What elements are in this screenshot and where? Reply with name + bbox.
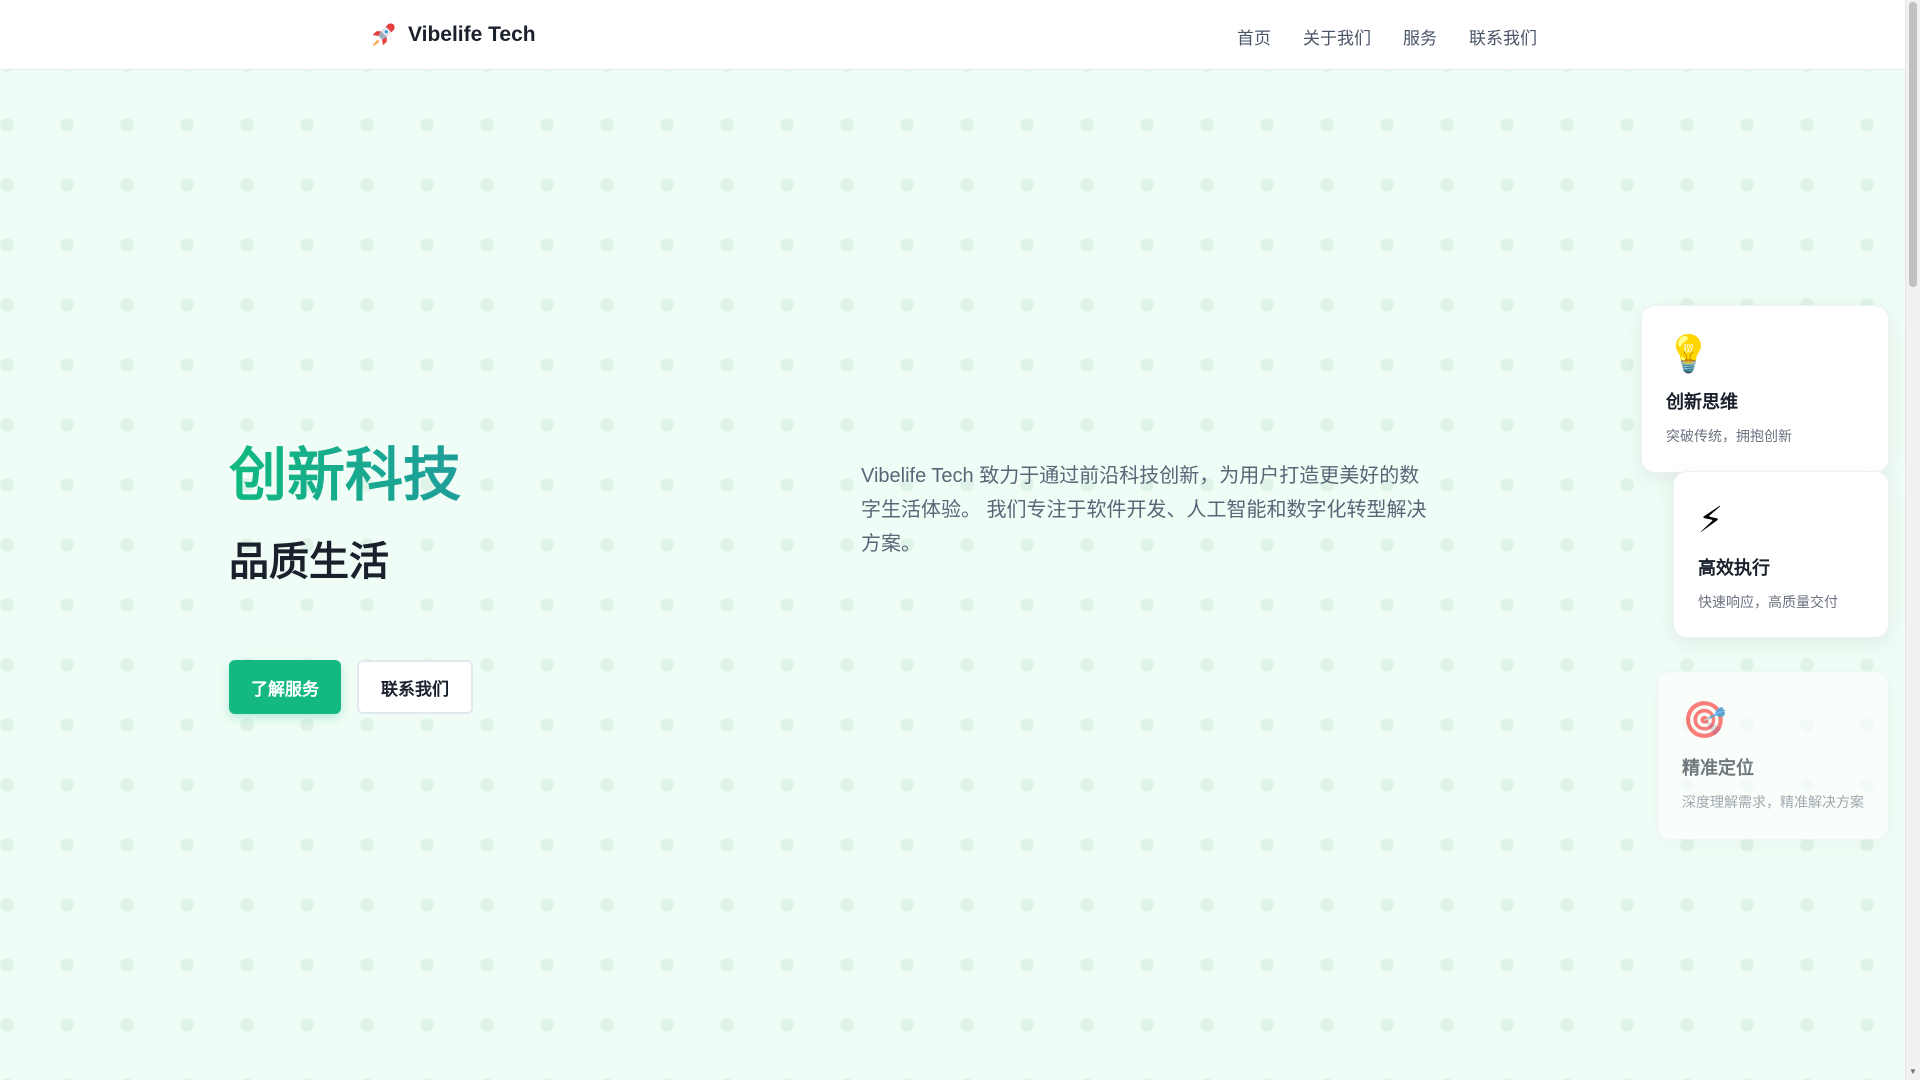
nav-item-about[interactable]: 关于我们 <box>1303 24 1371 49</box>
lightbulb-icon: 💡 <box>1666 333 1711 374</box>
logo-text: Vibelife Tech <box>408 23 536 46</box>
feature-card-title: 精准定位 <box>1682 758 1754 778</box>
rocket-icon <box>372 23 395 47</box>
scroll-down-arrow-icon[interactable]: ▼ <box>1906 1066 1920 1078</box>
feature-card-text: 深度理解需求，精准解决方案 <box>1682 794 1864 810</box>
feature-card-title: 高效执行 <box>1698 558 1770 578</box>
main-nav: 首页 关于我们 服务 联系我们 <box>1237 24 1537 49</box>
nav-item-home[interactable]: 首页 <box>1237 24 1271 49</box>
hero-title: 创新科技 <box>229 440 461 512</box>
feature-card-title: 创新思维 <box>1666 392 1738 412</box>
contact-us-button[interactable]: 联系我们 <box>357 660 473 714</box>
learn-services-button[interactable]: 了解服务 <box>229 660 341 714</box>
feature-card-innovation: 💡 创新思维 突破传统，拥抱创新 <box>1641 305 1889 473</box>
site-logo[interactable]: Vibelife Tech <box>368 18 536 52</box>
target-icon: 🎯 <box>1682 699 1727 740</box>
feature-card-precision: 🎯 精准定位 深度理解需求，精准解决方案 <box>1657 671 1889 840</box>
feature-card-text: 快速响应，高质量交付 <box>1698 594 1838 610</box>
nav-item-contact[interactable]: 联系我们 <box>1469 24 1537 49</box>
top-navigation-bar: Vibelife Tech 首页 关于我们 服务 联系我们 <box>0 0 1905 70</box>
scrollbar-thumb[interactable] <box>1909 2 1917 287</box>
nav-item-services[interactable]: 服务 <box>1403 24 1437 49</box>
hero-subtitle: 品质生活 <box>229 540 389 584</box>
lightning-icon: ⚡ <box>1698 499 1724 540</box>
page-scrollbar[interactable]: ▼ <box>1905 0 1920 1080</box>
hero-description: Vibelife Tech 致力于通过前沿科技创新，为用户打造更美好的数字生活体… <box>861 465 1427 555</box>
feature-card-text: 突破传统，拥抱创新 <box>1666 428 1792 444</box>
feature-card-efficiency: ⚡ 高效执行 快速响应，高质量交付 <box>1673 471 1889 638</box>
